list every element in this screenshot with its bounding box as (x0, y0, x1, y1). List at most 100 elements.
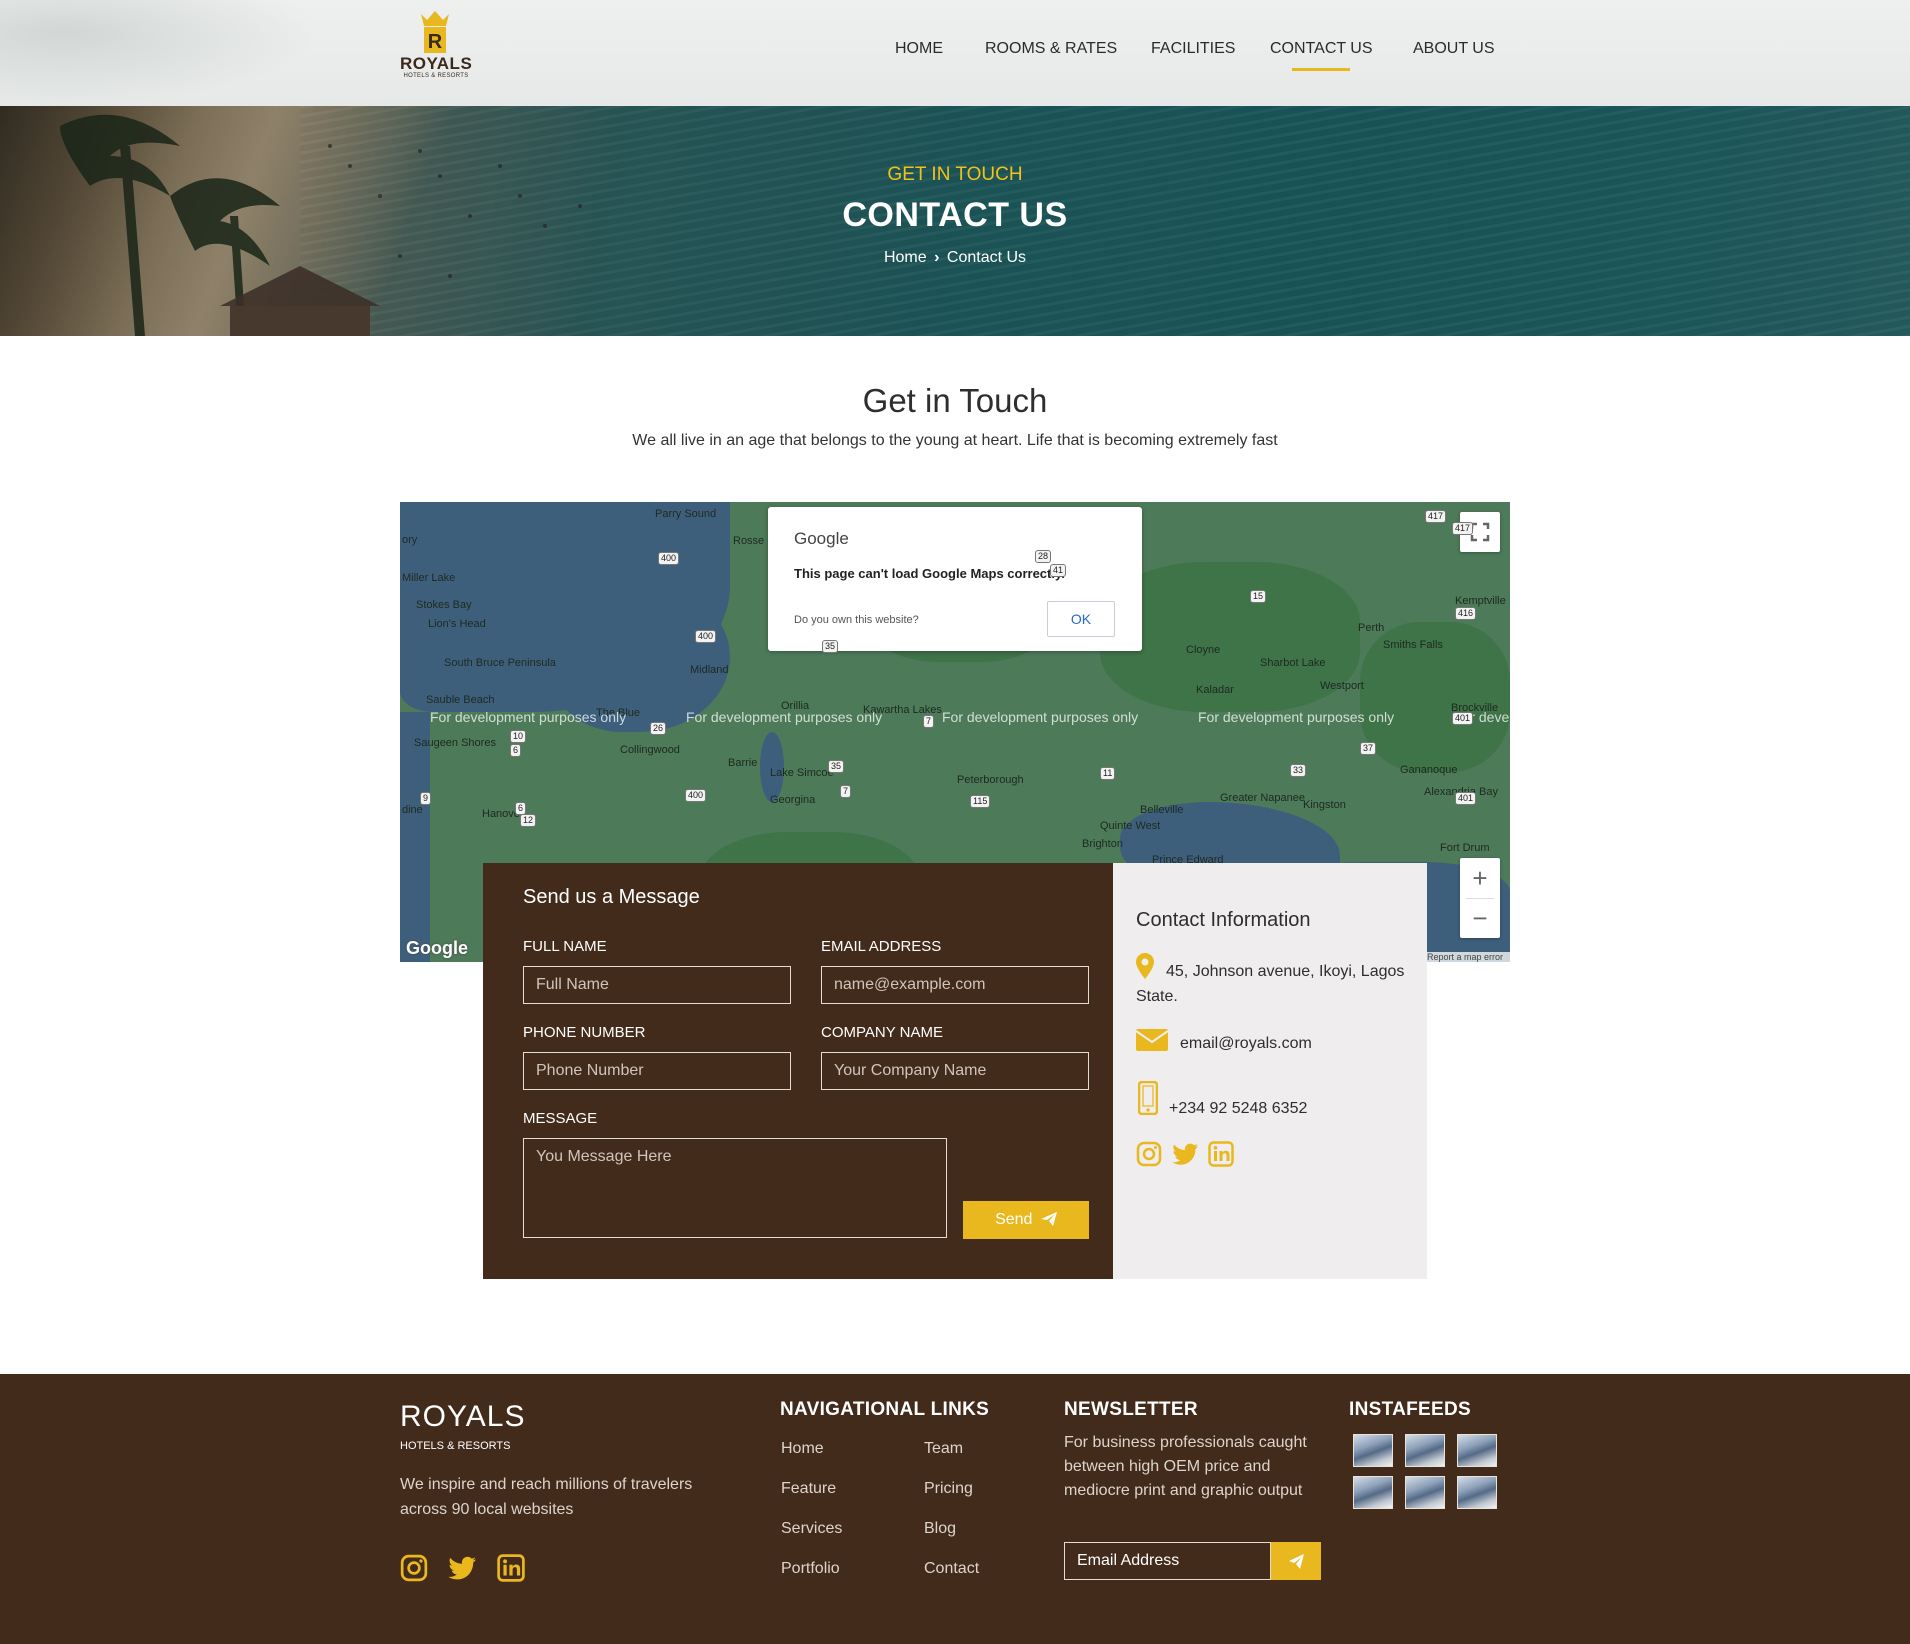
map-route-shield: 416 (1455, 607, 1477, 620)
breadcrumb-home[interactable]: Home (884, 249, 927, 266)
nav-active-indicator (1292, 68, 1350, 71)
nav-item-about-us[interactable]: ABOUT US (1413, 40, 1495, 58)
contact-form: Send us a Message FULL NAME EMAIL ADDRES… (483, 863, 1113, 1279)
message-textarea[interactable] (523, 1138, 947, 1238)
contact-address: 45, Johnson avenue, Ikoyi, Lagos State. (1136, 963, 1405, 1005)
contact-info-card: Contact Information 45, Johnson avenue, … (1113, 863, 1427, 1279)
map-place: Kingston (1303, 799, 1346, 811)
footer-link-portfolio[interactable]: Portfolio (781, 1560, 840, 1578)
map-place: Gananoque (1400, 764, 1458, 776)
map-place: Rosse (733, 535, 765, 547)
footer-description: We inspire and reach millions of travele… (400, 1476, 693, 1518)
map-place: Greater Napanee (1220, 792, 1305, 804)
footer-newsletter-heading: NEWSLETTER (1064, 1399, 1198, 1420)
map-place: Lion's Head (428, 618, 486, 630)
section-title: Get in Touch (862, 382, 1048, 419)
company-label: COMPANY NAME (821, 1024, 943, 1041)
footer-link-feature[interactable]: Feature (781, 1480, 836, 1498)
chevron-right-icon: › (934, 249, 940, 266)
nav-item-contact-us[interactable]: CONTACT US (1270, 40, 1373, 58)
linkedin-icon[interactable] (1208, 1141, 1234, 1167)
footer-link-pricing[interactable]: Pricing (924, 1480, 973, 1498)
map-place: Perth (1358, 622, 1385, 634)
twitter-icon[interactable] (447, 1556, 477, 1582)
send-button-label: Send (995, 1211, 1033, 1228)
map-dev-watermark: For development purposes only (430, 709, 627, 725)
map-place: Brighton (1082, 838, 1123, 850)
map-place: South Bruce Peninsula (444, 657, 556, 669)
footer-link-blog[interactable]: Blog (924, 1520, 956, 1538)
footer-link-services[interactable]: Services (781, 1520, 842, 1538)
insta-thumbnail[interactable] (1353, 1434, 1393, 1467)
map-route-shield: 6 (510, 744, 522, 757)
phone-input[interactable] (523, 1052, 791, 1090)
site-header: R ROYALS HOTELS & RESORTS HOME ROOMS & R… (0, 0, 1910, 106)
map-place: dine (402, 804, 423, 816)
email-input[interactable] (821, 966, 1089, 1004)
map-route-shield: 11 (1100, 767, 1116, 780)
map-route-shield: 41 (1050, 564, 1067, 577)
map-route-shield: 400 (658, 552, 680, 565)
insta-thumbnail[interactable] (1405, 1476, 1445, 1509)
footer-insta-heading: INSTAFEEDS (1349, 1399, 1471, 1420)
form-title: Send us a Message (523, 886, 700, 908)
map-route-shield: 35 (822, 640, 839, 653)
contact-email[interactable]: email@royals.com (1180, 1031, 1312, 1056)
map-route-shield: 401 (1455, 792, 1477, 805)
site-footer: ROYALS HOTELS & RESORTS We inspire and r… (0, 1374, 1910, 1644)
map-place: Sharbot Lake (1260, 657, 1326, 669)
twitter-icon[interactable] (1171, 1143, 1199, 1167)
footer-link-team[interactable]: Team (924, 1440, 963, 1458)
insta-thumbnail[interactable] (1457, 1434, 1497, 1467)
map-place: Midland (690, 664, 729, 676)
map-place: ory (402, 534, 418, 546)
linkedin-icon[interactable] (497, 1554, 525, 1582)
phone-icon (1138, 1081, 1158, 1115)
footer-newsletter-text: For business professionals caught betwee… (1064, 1434, 1307, 1499)
instagram-icon[interactable] (1136, 1141, 1162, 1167)
insta-thumbnail[interactable] (1457, 1476, 1497, 1509)
map-route-shield: 33 (1290, 764, 1307, 777)
instagram-icon[interactable] (400, 1554, 428, 1582)
nav-item-home[interactable]: HOME (895, 40, 943, 58)
map-route-shield: 7 (840, 785, 852, 798)
google-logo: Google (406, 938, 468, 958)
map-place: Kaladar (1196, 684, 1234, 696)
nav-item-rooms-rates[interactable]: ROOMS & RATES (985, 40, 1117, 58)
contact-info-title: Contact Information (1136, 909, 1311, 931)
insta-thumbnail[interactable] (1405, 1434, 1445, 1467)
map-report-link[interactable]: Report a map error (1424, 952, 1510, 962)
page-title: CONTACT US (842, 196, 1068, 234)
map-dialog-brand: Google (794, 529, 849, 548)
map-route-shield: 400 (685, 789, 707, 802)
map-place: Peterborough (957, 774, 1024, 786)
zoom-out-button[interactable]: − (1460, 898, 1500, 938)
map-dialog-question[interactable]: Do you own this website? (794, 614, 919, 626)
footer-brand: ROYALS (400, 1400, 526, 1433)
newsletter-submit-button[interactable] (1271, 1542, 1321, 1580)
map-place: Stokes Bay (416, 599, 472, 611)
contact-phone[interactable]: +234 92 5248 6352 (1169, 1096, 1307, 1121)
map-route-shield: 417 (1425, 510, 1447, 523)
map-dialog-message: This page can't load Google Maps correct… (794, 566, 1065, 581)
full-name-input[interactable] (523, 966, 791, 1004)
company-input[interactable] (821, 1052, 1089, 1090)
map-place: Georgina (770, 794, 816, 806)
map-dialog-ok-button[interactable]: OK (1047, 601, 1115, 637)
map-route-shield: 401 (1452, 712, 1474, 725)
zoom-in-button[interactable]: + (1460, 858, 1500, 898)
insta-thumbnail[interactable] (1353, 1476, 1393, 1509)
newsletter-email-input[interactable] (1064, 1542, 1271, 1580)
map-place: Lake Simcoe (770, 767, 834, 779)
nav-item-facilities[interactable]: FACILITIES (1151, 40, 1235, 58)
email-label: EMAIL ADDRESS (821, 938, 942, 955)
brand-tagline: HOTELS & RESORTS (403, 73, 469, 79)
full-name-label: FULL NAME (523, 938, 607, 955)
map-lake-shore (400, 712, 430, 962)
footer-link-home[interactable]: Home (781, 1440, 824, 1458)
send-button[interactable]: Send (963, 1201, 1089, 1239)
map-route-shield: 10 (510, 730, 527, 743)
map-place: Smiths Falls (1383, 639, 1443, 651)
footer-link-contact[interactable]: Contact (924, 1560, 979, 1578)
map-route-shield: 26 (650, 722, 667, 735)
